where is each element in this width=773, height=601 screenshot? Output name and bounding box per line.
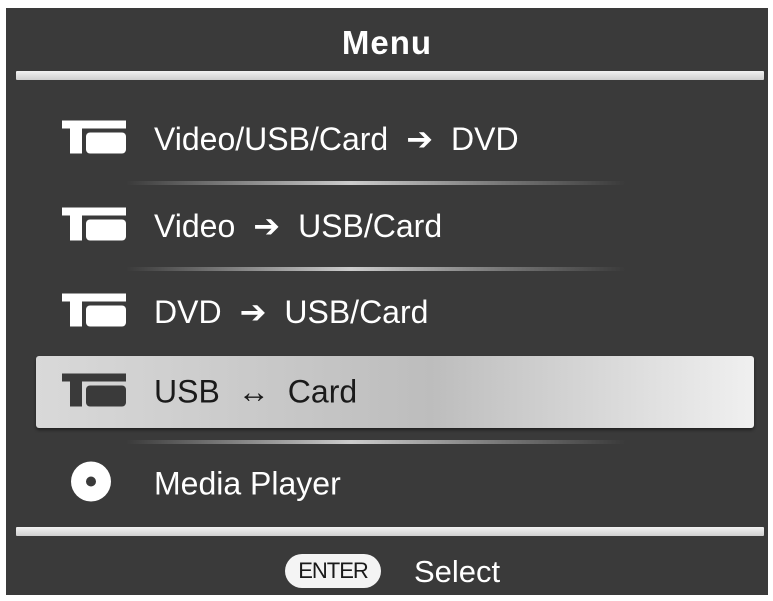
target-label: USB/Card	[298, 208, 443, 244]
footer-hint: ENTER Select	[6, 548, 768, 592]
arrow-right-icon: ➔	[253, 208, 281, 244]
menu-item-label: USB ↔ Card	[154, 374, 357, 411]
arrow-right-icon: ➔	[406, 121, 434, 157]
transfer-icon	[62, 120, 126, 159]
menu-item-usb-card[interactable]: USB ↔ Card	[36, 356, 754, 428]
arrow-right-icon: ➔	[239, 294, 267, 330]
transfer-icon	[62, 373, 126, 412]
item-separator	[126, 440, 626, 444]
footer-divider	[16, 527, 764, 536]
menu-item-video-usb-card-to-dvd[interactable]: Video/USB/Card ➔ DVD	[36, 103, 754, 175]
target-label: DVD	[451, 121, 519, 157]
source-label: DVD	[154, 294, 222, 330]
target-label: Card	[287, 373, 358, 410]
transfer-icon	[62, 207, 126, 246]
menu-item-label: Video ➔ USB/Card	[154, 207, 442, 245]
source-label: USB	[154, 373, 220, 410]
target-label: USB/Card	[284, 294, 429, 330]
transfer-icon	[62, 293, 126, 332]
item-separator	[126, 181, 626, 185]
item-separator	[126, 267, 626, 271]
footer-action-label: Select	[414, 554, 501, 589]
menu-item-media-player[interactable]: Media Player	[36, 448, 754, 520]
source-label: Video/USB/Card	[154, 121, 389, 157]
menu-item-label: Media Player	[154, 465, 341, 502]
enter-key-button[interactable]: ENTER	[285, 554, 381, 588]
menu-item-video-to-usb-card[interactable]: Video ➔ USB/Card	[36, 190, 754, 262]
disc-icon	[70, 461, 112, 508]
menu-title: Menu	[341, 24, 433, 61]
arrow-both-icon: ↔	[237, 373, 270, 410]
menu-screen: Menu Video/USB/Card ➔ DVD Video ➔ USB/Card	[6, 8, 768, 595]
menu-item-label: Video/USB/Card ➔ DVD	[154, 120, 519, 158]
source-label: Video	[154, 208, 236, 244]
menu-item-label: DVD ➔ USB/Card	[154, 293, 428, 331]
title-divider	[16, 71, 764, 80]
menu-item-dvd-to-usb-card[interactable]: DVD ➔ USB/Card	[36, 276, 754, 348]
